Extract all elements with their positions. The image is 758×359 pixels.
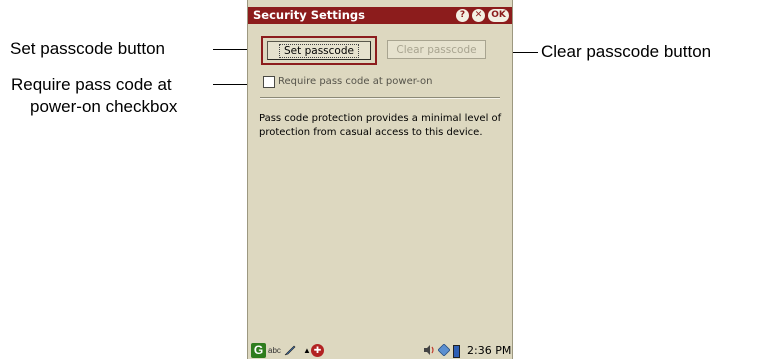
- window-title: Security Settings: [253, 8, 365, 22]
- up-arrow-icon[interactable]: ▲: [303, 344, 311, 358]
- require-passcode-label[interactable]: Require pass code at power-on: [278, 74, 432, 89]
- set-passcode-button[interactable]: Set passcode: [267, 41, 371, 60]
- battery-icon[interactable]: [453, 345, 460, 358]
- callout-set-passcode: Set passcode button: [10, 39, 166, 58]
- start-icon[interactable]: G: [251, 343, 266, 358]
- input-mode-indicator[interactable]: abc: [268, 344, 281, 358]
- title-bar: Security Settings ? ✕ OK: [248, 7, 512, 24]
- pen-icon[interactable]: [284, 344, 296, 358]
- callout-clear-passcode: Clear passcode button: [541, 42, 712, 61]
- globe-icon[interactable]: ✚: [311, 344, 324, 357]
- help-button[interactable]: ?: [456, 9, 469, 22]
- set-passcode-focus-ring: Set passcode: [261, 36, 377, 65]
- divider: [260, 97, 500, 99]
- callout-require-line2: power-on checkbox: [30, 97, 178, 116]
- set-passcode-label: Set passcode: [279, 44, 359, 58]
- close-button[interactable]: ✕: [472, 9, 485, 22]
- device-screen: Security Settings ? ✕ OK Set passcode Cl…: [247, 0, 513, 359]
- speaker-icon[interactable]: [423, 344, 436, 358]
- callout-require-line1: Require pass code at: [11, 75, 172, 94]
- require-passcode-checkbox[interactable]: [263, 76, 275, 88]
- ok-button[interactable]: OK: [488, 9, 509, 22]
- description-text: Pass code protection provides a minimal …: [259, 113, 502, 138]
- clock[interactable]: 2:36 PM: [467, 344, 511, 358]
- sync-icon[interactable]: [437, 343, 451, 358]
- taskbar: G abc ▲ ✚ 2:36 PM: [248, 343, 512, 359]
- clear-passcode-button[interactable]: Clear passcode: [387, 40, 486, 59]
